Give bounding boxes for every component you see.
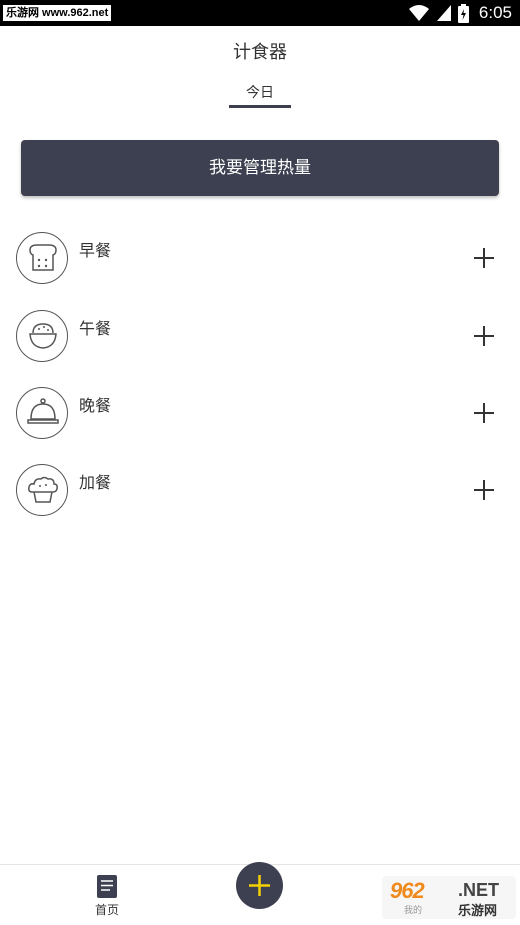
rice-bowl-icon [16, 310, 68, 362]
nav-home[interactable]: 首页 [82, 871, 132, 921]
muffin-icon [16, 464, 68, 516]
add-dinner-icon[interactable] [472, 401, 496, 425]
meal-row-snack[interactable]: 加餐 [0, 464, 520, 524]
signal-icon [436, 5, 451, 21]
add-snack-icon[interactable] [472, 478, 496, 502]
meal-row-dinner[interactable]: 晚餐 [0, 387, 520, 447]
plus-icon [249, 875, 270, 896]
meal-label-dinner: 晚餐 [79, 396, 112, 415]
tab-active-indicator [229, 105, 291, 108]
watermark-net: .NET [458, 880, 500, 900]
status-bar: 乐游网 www.962.net 6:05 [0, 0, 520, 26]
meal-label-snack: 加餐 [79, 473, 112, 492]
wifi-icon [408, 5, 429, 21]
meal-row-lunch[interactable]: 午餐 [0, 310, 520, 370]
cloche-icon [16, 387, 68, 439]
bread-icon [16, 232, 68, 284]
status-icons: 6:05 [408, 3, 512, 23]
nav-profile-label[interactable]: 我的 [404, 903, 422, 916]
watermark-label: 乐游网 www.962.net [3, 5, 112, 21]
meal-row-breakfast[interactable]: 早餐 [0, 232, 520, 292]
watermark-number: 962 [390, 878, 425, 903]
meal-label-breakfast: 早餐 [79, 241, 112, 260]
watermark-962-logo: 962 .NET 我的 乐游网 [382, 876, 516, 919]
nav-home-label: 首页 [94, 903, 119, 917]
watermark-subtitle: 乐游网 [458, 904, 498, 919]
meal-label-lunch: 午餐 [79, 319, 112, 338]
add-breakfast-icon[interactable] [472, 246, 496, 270]
add-lunch-icon[interactable] [472, 324, 496, 348]
notebook-icon [97, 875, 117, 898]
fab-add-button[interactable] [236, 862, 283, 909]
manage-calories-button[interactable]: 我要管理热量 [21, 140, 499, 196]
page-title: 计食器 [233, 42, 287, 63]
battery-icon [457, 3, 469, 23]
status-time: 6:05 [478, 3, 512, 22]
